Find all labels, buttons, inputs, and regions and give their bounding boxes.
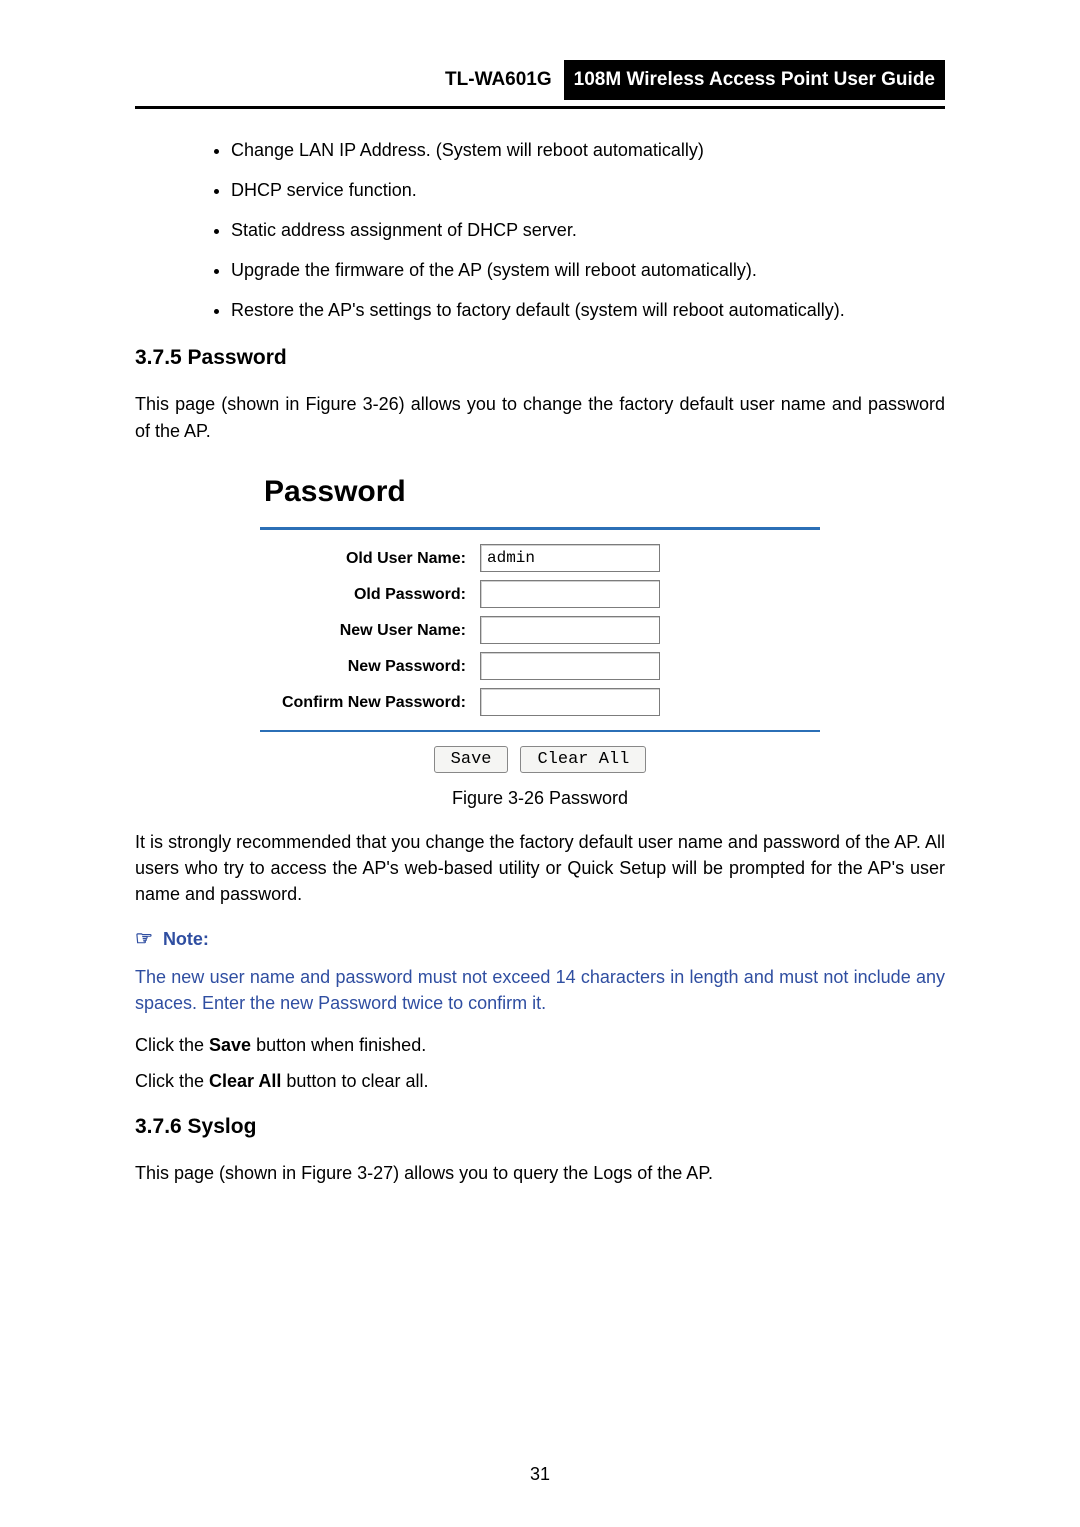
figure-caption: Figure 3-26 Password xyxy=(135,785,945,811)
list-item: Restore the AP's settings to factory def… xyxy=(231,297,945,323)
figure-password-panel: Password Old User Name: Old Password: Ne… xyxy=(260,462,820,774)
new-user-input[interactable] xyxy=(480,616,660,644)
row-new-pass: New Password: xyxy=(260,652,820,680)
bold-clear: Clear All xyxy=(209,1071,281,1091)
list-item: Upgrade the firmware of the AP (system w… xyxy=(231,257,945,283)
button-row: Save Clear All xyxy=(260,746,820,773)
save-button[interactable]: Save xyxy=(434,746,509,773)
click-save-line: Click the Save button when finished. xyxy=(135,1032,945,1058)
syslog-body: This page (shown in Figure 3-27) allows … xyxy=(135,1160,945,1186)
text: Click the xyxy=(135,1071,209,1091)
row-old-user: Old User Name: xyxy=(260,544,820,572)
row-old-pass: Old Password: xyxy=(260,580,820,608)
note-label: Note: xyxy=(163,926,209,952)
new-user-label: New User Name: xyxy=(260,619,480,642)
reboot-list: Change LAN IP Address. (System will rebo… xyxy=(135,137,945,323)
confirm-pass-label: Confirm New Password: xyxy=(260,691,480,714)
old-user-input[interactable] xyxy=(480,544,660,572)
row-new-user: New User Name: xyxy=(260,616,820,644)
password-intro: This page (shown in Figure 3-26) allows … xyxy=(135,391,945,443)
confirm-pass-input[interactable] xyxy=(480,688,660,716)
old-pass-label: Old Password: xyxy=(260,583,480,606)
list-item: Static address assignment of DHCP server… xyxy=(231,217,945,243)
old-pass-input[interactable] xyxy=(480,580,660,608)
text: Click the xyxy=(135,1035,209,1055)
clear-all-button[interactable]: Clear All xyxy=(520,746,646,773)
list-item: Change LAN IP Address. (System will rebo… xyxy=(231,137,945,163)
figure-title: Password xyxy=(260,462,820,528)
text: button to clear all. xyxy=(281,1071,428,1091)
page-header: TL-WA601G 108M Wireless Access Point Use… xyxy=(135,60,945,109)
row-confirm-pass: Confirm New Password: xyxy=(260,688,820,716)
section-syslog-heading: 3.7.6 Syslog xyxy=(135,1112,945,1142)
section-password-heading: 3.7.5 Password xyxy=(135,343,945,373)
bold-save: Save xyxy=(209,1035,251,1055)
list-item: DHCP service function. xyxy=(231,177,945,203)
after-figure-text: It is strongly recommended that you chan… xyxy=(135,829,945,907)
new-pass-input[interactable] xyxy=(480,652,660,680)
note-heading: ☞ Note: xyxy=(135,926,945,952)
model-text: TL-WA601G xyxy=(445,66,552,94)
new-pass-label: New Password: xyxy=(260,655,480,678)
page-number: 31 xyxy=(0,1461,1080,1487)
divider xyxy=(260,527,820,530)
click-clear-line: Click the Clear All button to clear all. xyxy=(135,1068,945,1094)
pointing-hand-icon: ☞ xyxy=(135,929,153,949)
note-body: The new user name and password must not … xyxy=(135,964,945,1016)
guide-title: 108M Wireless Access Point User Guide xyxy=(564,60,945,100)
old-user-label: Old User Name: xyxy=(260,547,480,570)
divider xyxy=(260,730,820,732)
text: button when finished. xyxy=(251,1035,426,1055)
